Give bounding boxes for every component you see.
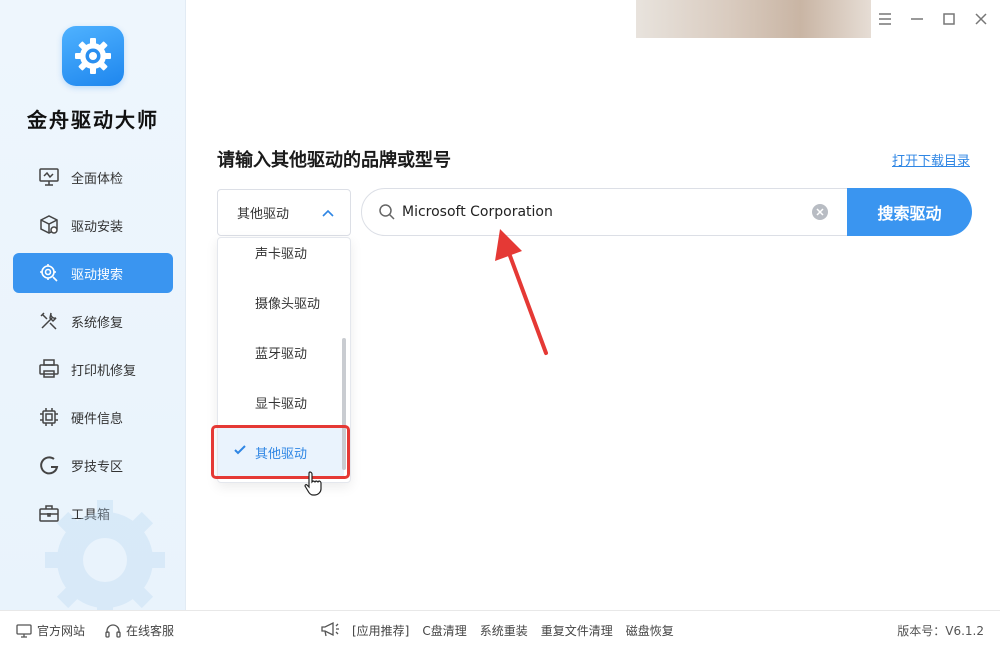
logitech-icon (37, 453, 61, 477)
dropdown-option-bluetooth[interactable]: 蓝牙驱动 (218, 328, 344, 376)
search-bar: 搜索驱动 (361, 188, 972, 236)
option-label: 显卡驱动 (255, 396, 308, 412)
footer: 官方网站 在线客服 [应用推荐] C盘清理 系统重装 重复文件清理 磁盘恢复 版… (0, 610, 1000, 650)
search-driver-button[interactable]: 搜索驱动 (847, 188, 972, 236)
sidebar-item-driver-search[interactable]: 驱动搜索 (13, 253, 173, 293)
option-label: 蓝牙驱动 (255, 346, 308, 362)
sidebar-item-printer-repair[interactable]: 打印机修复 (13, 349, 173, 389)
sidebar-item-label: 驱动搜索 (71, 267, 124, 283)
official-site-label: 官方网站 (37, 624, 86, 638)
official-site-link[interactable]: 官方网站 (16, 622, 85, 639)
app-recommendations: [应用推荐] C盘清理 系统重装 重复文件清理 磁盘恢复 (320, 621, 687, 640)
sidebar-item-full-check[interactable]: 全面体检 (13, 157, 173, 197)
promo-link-c-drive-clean[interactable]: C盘清理 (422, 622, 466, 639)
page-title: 请输入其他驱动的品牌或型号 (217, 150, 451, 171)
printer-icon (37, 357, 61, 381)
menu-icon[interactable] (876, 10, 894, 28)
package-gear-icon (37, 213, 61, 237)
wrench-tools-icon (37, 309, 61, 333)
online-service-link[interactable]: 在线客服 (105, 622, 174, 639)
promo-link-system-reinstall[interactable]: 系统重装 (480, 622, 528, 639)
app-logo-gear-icon (62, 26, 124, 86)
window-controls (876, 10, 990, 28)
chip-icon (37, 405, 61, 429)
open-download-folder-link[interactable]: 打开下载目录 (892, 150, 970, 169)
online-service-label: 在线客服 (126, 624, 175, 638)
annotation-arrow-icon (490, 225, 560, 364)
sidebar-item-hardware-info[interactable]: 硬件信息 (13, 397, 173, 437)
sidebar-item-label: 全面体检 (71, 171, 124, 187)
promo-link-disk-recovery[interactable]: 磁盘恢复 (626, 622, 674, 639)
dropdown-option-graphics[interactable]: 显卡驱动 (218, 378, 344, 426)
version-label: 版本号：V6.1.2 (897, 624, 984, 638)
promo-banner[interactable] (636, 0, 871, 38)
chevron-up-icon (322, 206, 334, 221)
dropdown-option-camera[interactable]: 摄像头驱动 (218, 278, 344, 326)
promo-link-duplicate-file-clean[interactable]: 重复文件清理 (541, 622, 613, 639)
sidebar-item-logitech[interactable]: 罗技专区 (13, 445, 173, 485)
close-icon[interactable] (972, 10, 990, 28)
maximize-icon[interactable] (940, 10, 958, 28)
minimize-icon[interactable] (908, 10, 926, 28)
select-value: 其他驱动 (237, 207, 290, 222)
sidebar-item-label: 打印机修复 (71, 363, 137, 379)
sidebar: 金舟驱动大师 全面体检 驱动安装 驱动搜索 系统修复 打印机修复 硬件信息 罗技… (0, 0, 186, 610)
sidebar-item-system-repair[interactable]: 系统修复 (13, 301, 173, 341)
highlight-box (211, 425, 350, 479)
option-label: 摄像头驱动 (255, 296, 321, 312)
option-label: 声卡驱动 (255, 246, 308, 262)
sidebar-item-label: 罗技专区 (71, 459, 124, 475)
search-input[interactable] (402, 201, 802, 223)
sidebar-item-driver-install[interactable]: 驱动安装 (13, 205, 173, 245)
sidebar-item-label: 系统修复 (71, 315, 124, 331)
app-title: 金舟驱动大师 (27, 108, 159, 132)
sidebar-item-label: 硬件信息 (71, 411, 124, 427)
driver-category-select[interactable]: 其他驱动 (217, 189, 351, 236)
search-icon (378, 203, 396, 225)
dropdown-option-sound[interactable]: 声卡驱动 (218, 238, 344, 276)
headset-icon (105, 623, 121, 639)
clear-icon[interactable] (812, 204, 828, 220)
megaphone-icon (320, 621, 340, 640)
promo-label: [应用推荐] (352, 624, 410, 638)
monitor-icon (16, 623, 32, 638)
gear-search-icon (37, 261, 61, 285)
sidebar-item-label: 驱动安装 (71, 219, 124, 235)
decorative-gears-icon (20, 480, 185, 610)
monitor-check-icon (37, 165, 61, 189)
hand-cursor-icon (304, 470, 324, 500)
